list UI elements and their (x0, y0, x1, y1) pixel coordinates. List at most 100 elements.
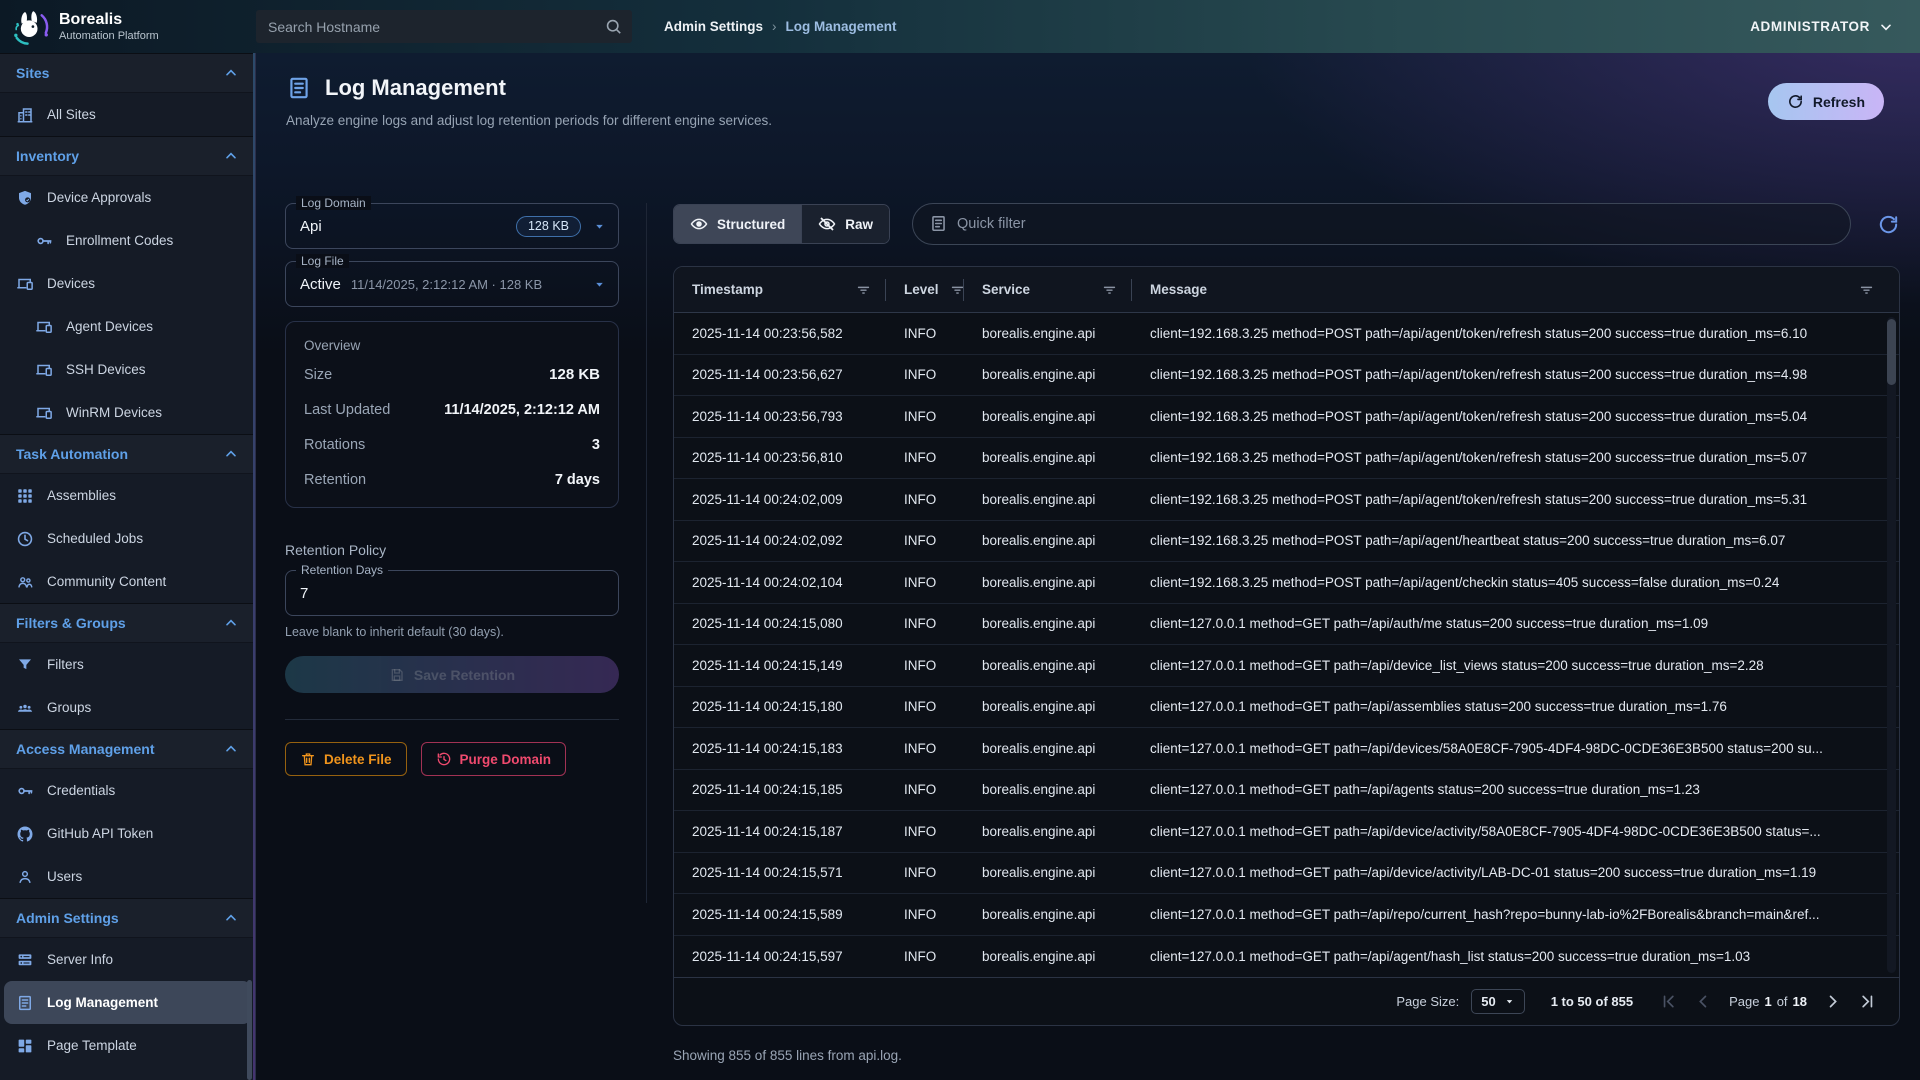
reload-logs-icon[interactable] (1877, 213, 1900, 236)
devices-icon (16, 275, 34, 293)
cell-msg: client=127.0.0.1 method=GET path=/api/de… (1132, 658, 1899, 673)
sidebar-section-task-automation[interactable]: Task Automation (0, 434, 255, 474)
structured-view-toggle[interactable]: Structured (674, 205, 801, 243)
cell-ts: 2025-11-14 00:24:15,597 (674, 949, 886, 964)
column-header-service[interactable]: Service (964, 267, 1132, 312)
first-page-icon[interactable] (1659, 992, 1678, 1011)
retention-value: 7 days (555, 472, 600, 488)
sidebar-section-access-management[interactable]: Access Management (0, 729, 255, 769)
table-row[interactable]: 2025-11-14 00:24:15,180INFOborealis.engi… (674, 687, 1899, 729)
table-row[interactable]: 2025-11-14 00:24:15,187INFOborealis.engi… (674, 811, 1899, 853)
sidebar-item-enrollment-codes[interactable]: Enrollment Codes (0, 219, 255, 262)
github-icon (16, 825, 34, 843)
sidebar-section-inventory[interactable]: Inventory (0, 136, 255, 176)
sidebar-item-all-sites[interactable]: All Sites (0, 93, 255, 136)
table-row[interactable]: 2025-11-14 00:24:02,104INFOborealis.engi… (674, 562, 1899, 604)
breadcrumb-current[interactable]: Log Management (786, 19, 897, 34)
sidebar-item-users[interactable]: Users (0, 855, 255, 898)
previous-page-icon[interactable] (1694, 992, 1713, 1011)
sidebar-item-label: Scheduled Jobs (47, 531, 143, 546)
save-retention-button[interactable]: Save Retention (285, 656, 619, 693)
table-row[interactable]: 2025-11-14 00:24:15,080INFOborealis.engi… (674, 604, 1899, 646)
table-row[interactable]: 2025-11-14 00:24:15,149INFOborealis.engi… (674, 645, 1899, 687)
table-row[interactable]: 2025-11-14 00:23:56,627INFOborealis.engi… (674, 355, 1899, 397)
sidebar-item-ssh-devices[interactable]: SSH Devices (0, 348, 255, 391)
column-header-message[interactable]: Message (1132, 267, 1899, 312)
purge-domain-button[interactable]: Purge Domain (421, 742, 567, 776)
sidebar-item-github-api-token[interactable]: GitHub API Token (0, 812, 255, 855)
sidebar-item-log-management[interactable]: Log Management (4, 981, 251, 1024)
table-row[interactable]: 2025-11-14 00:23:56,810INFOborealis.engi… (674, 438, 1899, 480)
table-row[interactable]: 2025-11-14 00:24:15,185INFOborealis.engi… (674, 770, 1899, 812)
column-header-timestamp[interactable]: Timestamp (674, 267, 886, 312)
cell-msg: client=127.0.0.1 method=GET path=/api/de… (1132, 741, 1899, 756)
sidebar-item-winrm-devices[interactable]: WinRM Devices (0, 391, 255, 434)
eye-off-icon (818, 215, 836, 233)
devices-icon (35, 404, 53, 422)
filter-icon[interactable] (949, 281, 966, 298)
sidebar-item-label: SSH Devices (66, 362, 146, 377)
delete-file-button[interactable]: Delete File (285, 742, 407, 776)
log-controls-panel: Log Domain Api 128 KB Log File Active 11… (285, 203, 647, 903)
hostname-search[interactable] (256, 10, 632, 43)
sidebar-item-groups[interactable]: Groups (0, 686, 255, 729)
sidebar-section-sites[interactable]: Sites (0, 53, 255, 93)
filter-icon[interactable] (1858, 281, 1875, 298)
key-icon (16, 782, 34, 800)
brand-name: Borealis (59, 11, 159, 29)
sidebar-item-scheduled-jobs[interactable]: Scheduled Jobs (0, 517, 255, 560)
chevron-up-icon (223, 741, 239, 757)
table-row[interactable]: 2025-11-14 00:24:15,589INFOborealis.engi… (674, 894, 1899, 936)
sidebar-item-server-info[interactable]: Server Info (0, 938, 255, 981)
refresh-button[interactable]: Refresh (1768, 83, 1884, 120)
column-header-level[interactable]: Level (886, 267, 964, 312)
cell-msg: client=192.168.3.25 method=POST path=/ap… (1132, 492, 1899, 507)
table-scrollbar-thumb[interactable] (1887, 319, 1896, 385)
cell-ts: 2025-11-14 00:24:15,589 (674, 907, 886, 922)
size-chip: 128 KB (516, 216, 581, 237)
dropdown-arrow-icon (593, 220, 606, 233)
breadcrumb-parent[interactable]: Admin Settings (664, 19, 763, 34)
table-row[interactable]: 2025-11-14 00:24:15,597INFOborealis.engi… (674, 936, 1899, 978)
section-label: Filters & Groups (16, 615, 126, 631)
table-row[interactable]: 2025-11-14 00:24:02,009INFOborealis.engi… (674, 479, 1899, 521)
log-file-value: Active (300, 276, 341, 293)
sidebar-item-label: WinRM Devices (66, 405, 162, 420)
sidebar-item-devices[interactable]: Devices (0, 262, 255, 305)
sidebar-item-filters[interactable]: Filters (0, 643, 255, 686)
section-label: Inventory (16, 148, 79, 164)
quick-filter-input[interactable] (912, 203, 1851, 245)
sidebar-scrollbar[interactable] (247, 980, 252, 1080)
table-scrollbar-track[interactable] (1887, 317, 1896, 973)
sidebar-item-agent-devices[interactable]: Agent Devices (0, 305, 255, 348)
user-menu[interactable]: ADMINISTRATOR (1750, 19, 1920, 35)
sidebar-item-assemblies[interactable]: Assemblies (0, 474, 255, 517)
filter-icon[interactable] (855, 281, 872, 298)
sidebar-item-device-approvals[interactable]: Device Approvals (0, 176, 255, 219)
search-input[interactable] (256, 10, 632, 43)
log-domain-select[interactable]: Log Domain Api 128 KB (285, 203, 619, 249)
sidebar-item-community-content[interactable]: Community Content (0, 560, 255, 603)
retention-days-input[interactable] (300, 585, 606, 602)
table-row[interactable]: 2025-11-14 00:23:56,582INFOborealis.engi… (674, 313, 1899, 355)
table-row[interactable]: 2025-11-14 00:24:15,571INFOborealis.engi… (674, 853, 1899, 895)
last-page-icon[interactable] (1858, 992, 1877, 1011)
sidebar-item-credentials[interactable]: Credentials (0, 769, 255, 812)
table-row[interactable]: 2025-11-14 00:24:02,092INFOborealis.engi… (674, 521, 1899, 563)
log-file-select[interactable]: Log File Active 11/14/2025, 2:12:12 AM ·… (285, 261, 619, 307)
page-size-select[interactable]: 50 (1471, 989, 1524, 1014)
sidebar-item-page-template[interactable]: Page Template (0, 1024, 255, 1067)
clock-icon (16, 530, 34, 548)
cell-svc: borealis.engine.api (964, 699, 1132, 714)
sidebar-item-label: Filters (47, 657, 84, 672)
table-row[interactable]: 2025-11-14 00:24:15,183INFOborealis.engi… (674, 728, 1899, 770)
sidebar-section-admin-settings[interactable]: Admin Settings (0, 898, 255, 938)
raw-view-toggle[interactable]: Raw (801, 205, 889, 243)
filter-icon[interactable] (1101, 281, 1118, 298)
quick-filter[interactable] (912, 203, 1851, 245)
retention-days-field[interactable]: Retention Days (285, 570, 619, 616)
sidebar-section-filters-groups[interactable]: Filters & Groups (0, 603, 255, 643)
next-page-icon[interactable] (1823, 992, 1842, 1011)
cell-svc: borealis.engine.api (964, 575, 1132, 590)
table-row[interactable]: 2025-11-14 00:23:56,793INFOborealis.engi… (674, 396, 1899, 438)
